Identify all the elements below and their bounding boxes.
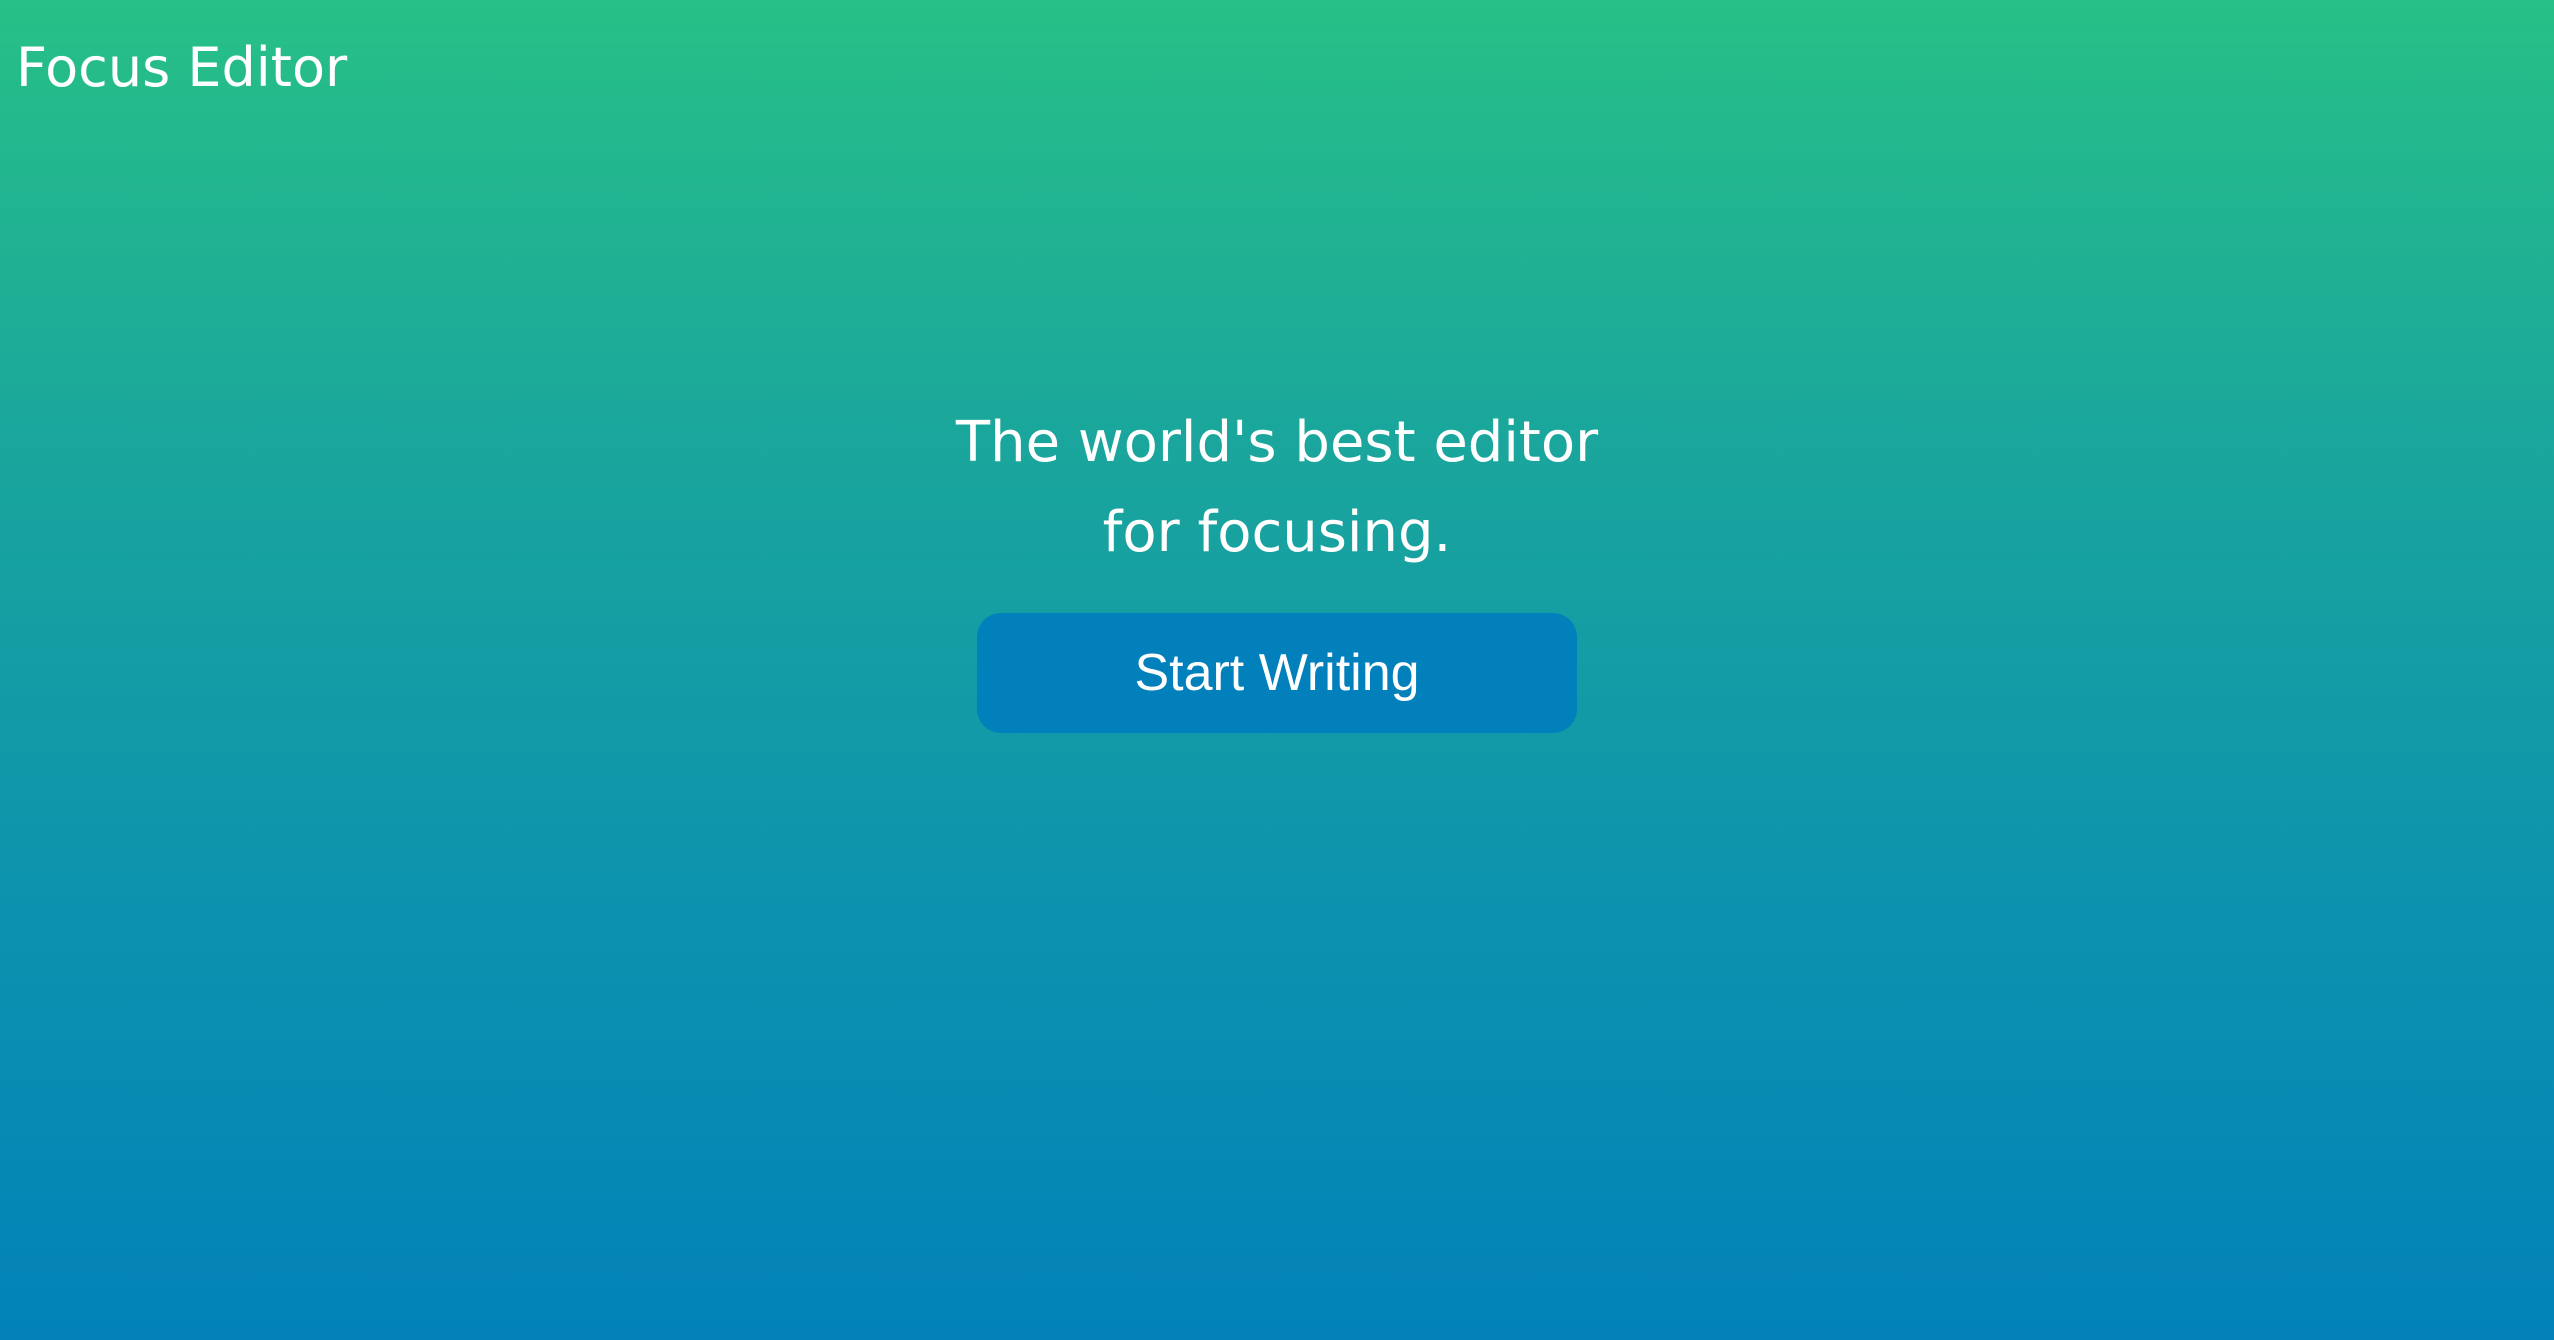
hero-section: The world's best editor for focusing. St… xyxy=(0,398,2554,733)
tagline-line-2: for focusing. xyxy=(1102,500,1452,565)
tagline-line-1: The world's best editor xyxy=(955,410,1599,475)
start-writing-button[interactable]: Start Writing xyxy=(977,613,1577,733)
tagline: The world's best editor for focusing. xyxy=(956,398,1598,578)
app-title: Focus Editor xyxy=(16,36,348,99)
